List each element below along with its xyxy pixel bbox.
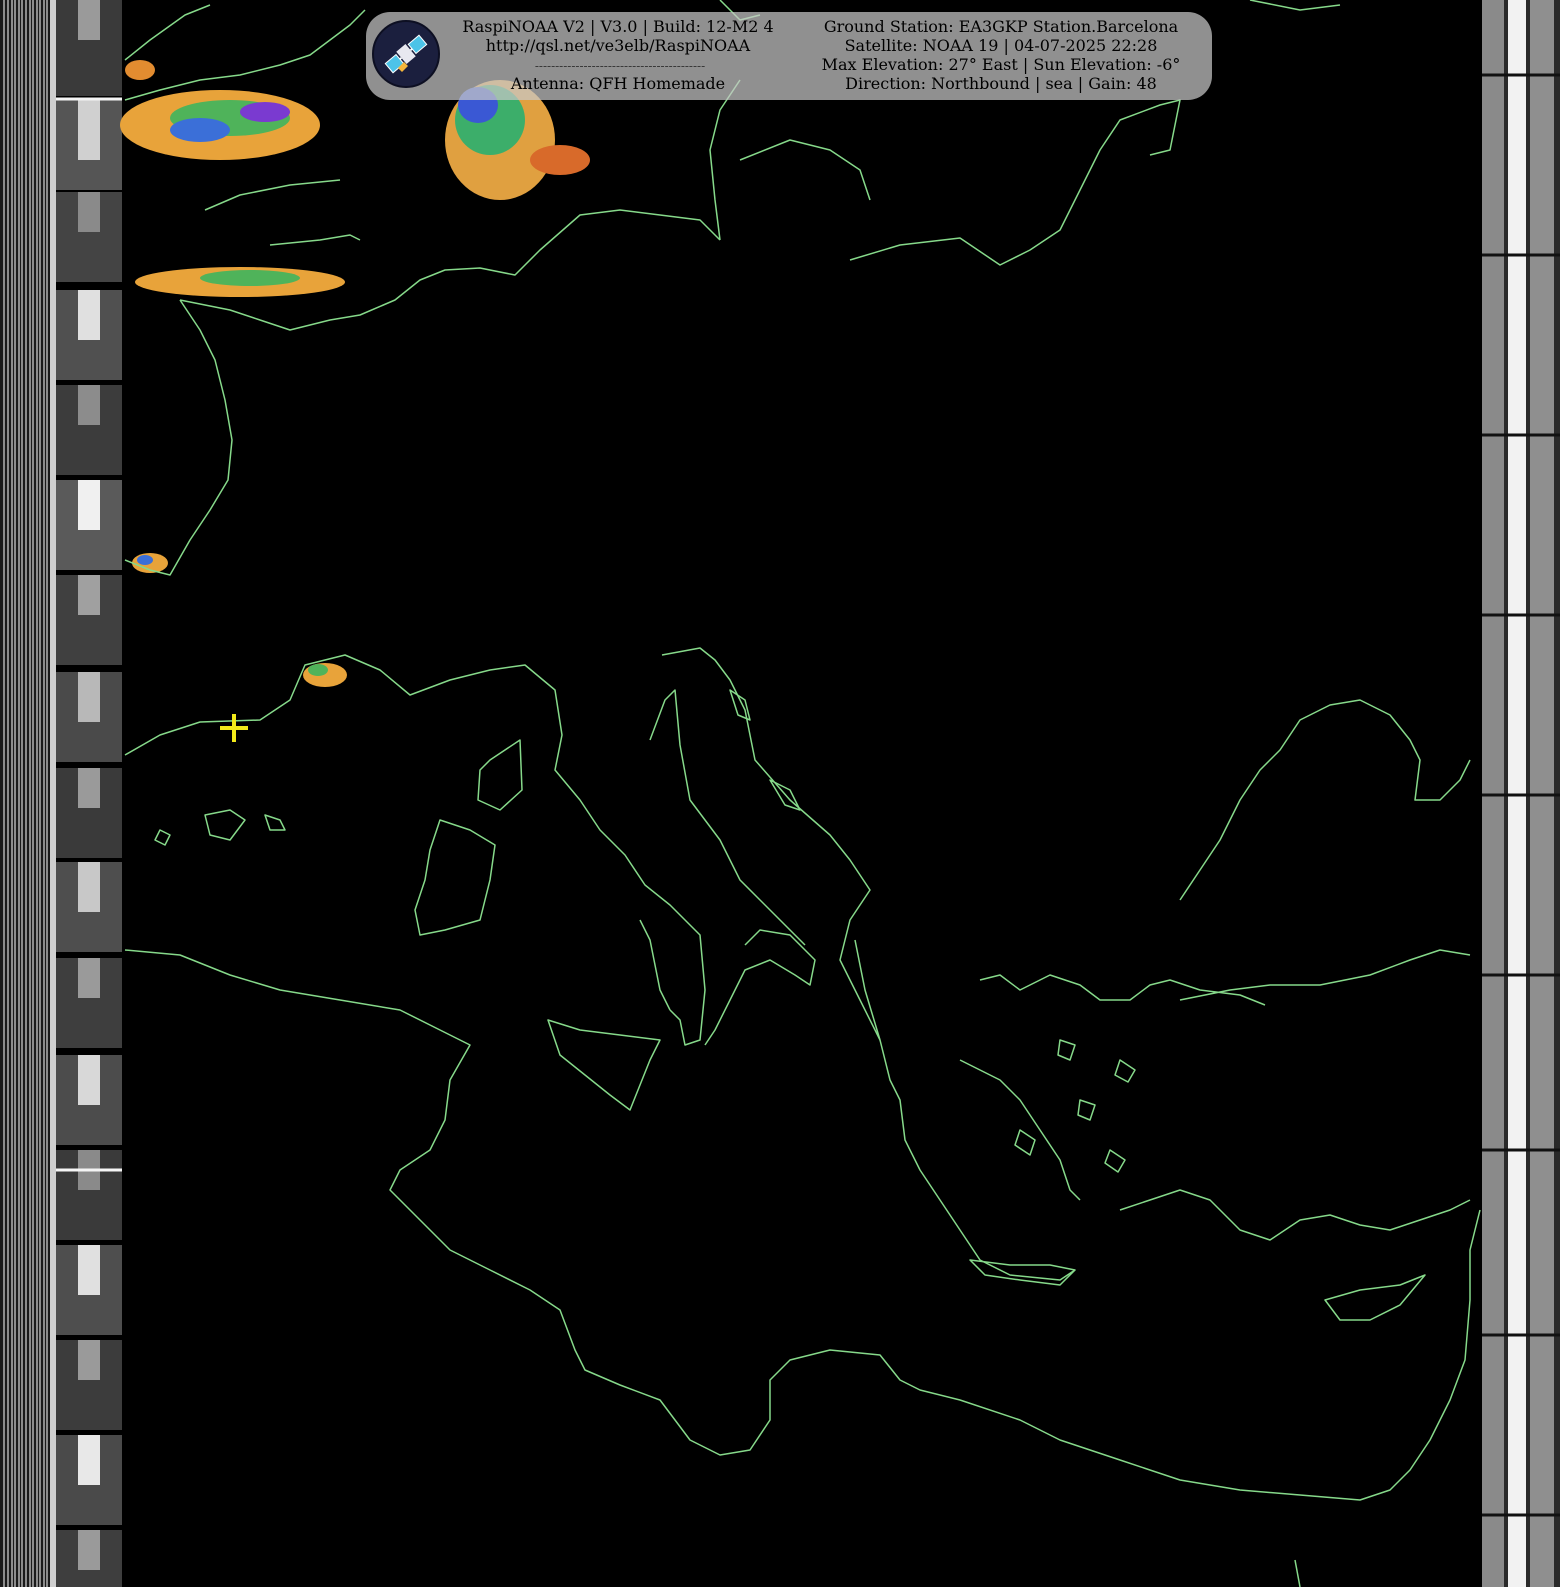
map-canvas xyxy=(0,0,1560,1587)
cloud-areas xyxy=(120,60,590,687)
software-version: RaspiNOAA V2 | V3.0 | Build: 12-M2 4 xyxy=(462,17,774,36)
antenna-info: Antenna: QFH Homemade xyxy=(510,74,726,93)
ground-station-info: Ground Station: EA3GKP Station.Barcelona xyxy=(823,17,1179,36)
right-telemetry-strip xyxy=(1482,0,1560,1587)
satellite-info: Satellite: NOAA 19 | 04-07-2025 22:28 xyxy=(844,36,1158,55)
left-telemetry-strip xyxy=(0,0,122,1587)
satellite-icon xyxy=(372,20,440,88)
elevation-info: Max Elevation: 27° East | Sun Elevation:… xyxy=(821,55,1181,74)
coastlines xyxy=(124,0,1481,1587)
satellite-image: RaspiNOAA V2 | V3.0 | Build: 12-M2 4 htt… xyxy=(0,0,1560,1587)
project-url: http://qsl.net/ve3elb/RaspiNOAA xyxy=(485,36,751,55)
ground-station-marker xyxy=(220,714,248,742)
direction-info: Direction: Northbound | sea | Gain: 48 xyxy=(845,74,1157,93)
